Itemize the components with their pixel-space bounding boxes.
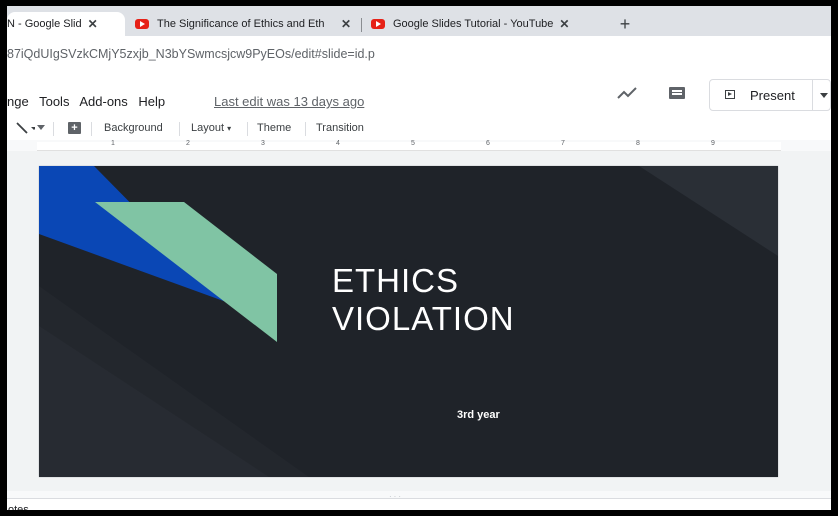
slide[interactable]: ETHICS VIOLATION 3rd year: [39, 166, 778, 477]
tab-strip: N - Google Slid ✕ The Significance of Et…: [7, 6, 831, 36]
menu-addons[interactable]: Add-ons: [79, 94, 127, 109]
address-bar[interactable]: 87iQdUIgSVzkCMjY5zxjb_N3bYSwmcsjcw9PyEOs…: [7, 36, 831, 73]
layout-label: Layout: [191, 122, 225, 134]
dark-stripe: [639, 166, 778, 256]
toolbar-divider: [247, 122, 248, 136]
ruler-number: 6: [486, 140, 490, 147]
new-slide-icon[interactable]: +: [68, 122, 81, 134]
chevron-down-icon[interactable]: [37, 125, 45, 131]
ruler-number: 5: [411, 140, 415, 147]
tab-ethics-video[interactable]: The Significance of Ethics and Eth ✕: [135, 12, 357, 36]
url-text[interactable]: 87iQdUIgSVzkCMjY5zxjb_N3bYSwmcsjcw9PyEOs…: [7, 47, 375, 61]
ruler-number: 1: [111, 140, 115, 147]
youtube-icon: [371, 19, 385, 29]
comment-icon[interactable]: [669, 87, 685, 99]
title-line: ETHICS: [332, 262, 460, 299]
tab-close-icon[interactable]: ✕: [559, 17, 569, 31]
youtube-icon: [135, 19, 149, 29]
present-icon: [725, 90, 735, 99]
menu-arrange[interactable]: nge: [7, 94, 29, 109]
ruler-number: 8: [636, 140, 640, 147]
present-divider: [812, 80, 813, 110]
menu-row: nge Tools Add-ons Help Last edit was 13 …: [7, 72, 831, 118]
title-line: VIOLATION: [332, 300, 515, 337]
toolbar: + Background Layout ▾ Theme Transition: [7, 118, 831, 140]
last-edit-link[interactable]: Last edit was 13 days ago: [214, 94, 364, 109]
tab-slides-tutorial[interactable]: Google Slides Tutorial - YouTube ✕: [371, 12, 607, 36]
trending-up-icon[interactable]: [617, 86, 637, 100]
tab-title: The Significance of Ethics and Eth: [157, 18, 325, 30]
background-button[interactable]: Background: [104, 122, 163, 134]
toolbar-divider: [305, 122, 306, 136]
tab-separator: [361, 18, 362, 32]
line-tool-icon[interactable]: [15, 121, 35, 135]
toolbar-divider: [91, 122, 92, 136]
slide-title[interactable]: ETHICS VIOLATION: [332, 262, 515, 338]
green-shape: [95, 202, 277, 342]
horizontal-ruler[interactable]: 1 2 3 4 5 6 7 8 9: [37, 140, 781, 151]
ruler-number: 7: [561, 140, 565, 147]
ruler-number: 4: [336, 140, 340, 147]
speaker-notes[interactable]: otes: [7, 498, 831, 510]
tab-close-icon[interactable]: ✕: [341, 17, 351, 31]
slide-subtitle[interactable]: 3rd year: [457, 409, 500, 421]
present-label: Present: [750, 88, 795, 103]
toolbar-divider: [53, 122, 54, 136]
menu-help[interactable]: Help: [138, 94, 165, 109]
layout-button[interactable]: Layout ▾: [191, 122, 231, 134]
transition-button[interactable]: Transition: [316, 122, 364, 134]
tab-google-slides[interactable]: N - Google Slid ✕: [7, 12, 125, 36]
ruler-number: 2: [186, 140, 190, 147]
notes-label: otes: [8, 504, 29, 510]
slide-canvas: ETHICS VIOLATION 3rd year: [7, 151, 831, 491]
theme-button[interactable]: Theme: [257, 122, 291, 134]
toolbar-divider: [179, 122, 180, 136]
tab-title: Google Slides Tutorial - YouTube: [393, 18, 554, 30]
present-button[interactable]: Present: [709, 79, 831, 111]
tab-close-icon[interactable]: ✕: [88, 17, 98, 31]
tab-title: N - Google Slid: [7, 18, 82, 30]
ruler-number: 3: [261, 140, 265, 147]
browser-window: N - Google Slid ✕ The Significance of Et…: [7, 6, 831, 510]
menu-bar: nge Tools Add-ons Help: [7, 94, 172, 109]
menu-tools[interactable]: Tools: [39, 94, 69, 109]
new-tab-button[interactable]: +: [615, 15, 635, 35]
chevron-down-icon: ▾: [227, 124, 232, 133]
ruler-number: 9: [711, 140, 715, 147]
chevron-down-icon[interactable]: [820, 93, 828, 98]
